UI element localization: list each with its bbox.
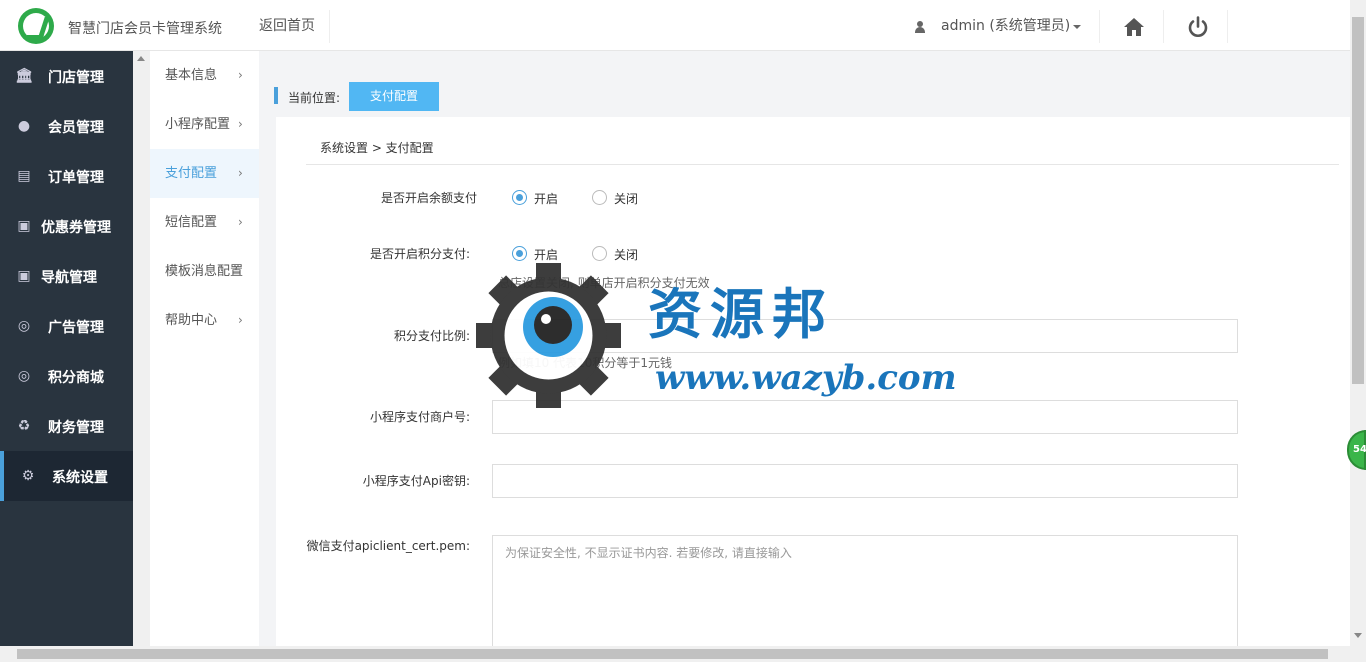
balance-pay-on-radio[interactable] (512, 190, 527, 205)
user-icon (915, 21, 925, 33)
submenu-item-label: 小程序配置 (165, 117, 231, 132)
submenu-item-template-msg[interactable]: 模板消息配置 (150, 247, 259, 296)
api-key-input[interactable] (492, 464, 1238, 498)
sidebar-item-label: 财务管理 (48, 420, 104, 436)
sidebar-item-coupons[interactable]: ▣ 优惠券管理 (0, 201, 133, 251)
submenu-item-help[interactable]: 帮助中心 › (150, 296, 259, 345)
breadcrumb-label: 当前位置: (288, 91, 341, 105)
panel-title: 系统设置 > 支付配置 (320, 141, 434, 155)
breadcrumb-marker (274, 87, 278, 104)
sidebar-item-members[interactable]: ● 会员管理 (0, 101, 133, 151)
settings-submenu: 基本信息 › 小程序配置 › 支付配置 › 短信配置 › 模板消息配置 帮助中心 › (150, 51, 259, 646)
submenu-item-label: 帮助中心 (165, 313, 218, 328)
points-pay-on-radio[interactable] (512, 246, 527, 261)
sidebar-item-label: 系统设置 (52, 470, 108, 486)
sidebar-item-label: 会员管理 (48, 120, 104, 136)
money-icon: ▣ (17, 218, 31, 234)
watermark-url: www.wazyb.com (655, 358, 957, 398)
balance-pay-off-label[interactable]: 关闭 (614, 190, 638, 207)
chevron-right-icon: › (238, 166, 243, 180)
bank-icon: 🏛 (15, 68, 33, 84)
scroll-down-icon[interactable] (1354, 633, 1362, 638)
chevron-down-icon (1073, 25, 1081, 29)
api-key-label: 小程序支付Api密钥: (362, 474, 470, 488)
balance-pay-off-radio[interactable] (592, 190, 607, 205)
sidebar-item-points-mall[interactable]: ◎ 积分商城 (0, 351, 133, 401)
document-icon: ▤ (17, 168, 31, 184)
submenu-item-miniprogram[interactable]: 小程序配置 › (150, 100, 259, 149)
app-title: 智慧门店会员卡管理系统 (68, 21, 222, 37)
sidebar-item-ads[interactable]: ◎ 广告管理 (0, 301, 133, 351)
sidebar-item-label: 广告管理 (48, 320, 104, 336)
chevron-right-icon: › (238, 215, 243, 229)
sidebar-item-navigation[interactable]: ▣ 导航管理 (0, 251, 133, 301)
cert-pem-textarea[interactable]: 为保证安全性, 不显示证书内容. 若要修改, 请直接输入 (492, 535, 1238, 655)
home-icon (1124, 18, 1144, 36)
points-pay-off-radio[interactable] (592, 246, 607, 261)
sidebar-item-label: 门店管理 (48, 70, 104, 86)
watermark-title: 资源邦 (648, 282, 834, 346)
horizontal-scrollbar[interactable] (0, 646, 1366, 662)
user-icon: ● (17, 118, 31, 134)
scrollbar-thumb[interactable] (17, 649, 1328, 659)
page-scrollbar[interactable] (1350, 0, 1366, 646)
sidebar-scrollbar[interactable] (133, 51, 150, 646)
submenu-item-payment[interactable]: 支付配置 › (150, 149, 259, 198)
submenu-item-label: 短信配置 (165, 215, 218, 230)
logout-button[interactable] (1166, 10, 1228, 43)
power-icon (1188, 16, 1208, 37)
app-logo (18, 8, 54, 44)
submenu-item-label: 模板消息配置 (165, 264, 244, 279)
submenu-item-basic-info[interactable]: 基本信息 › (150, 51, 259, 100)
sidebar-item-finance[interactable]: ♻ 财务管理 (0, 401, 133, 451)
sidebar-item-store[interactable]: 🏛 门店管理 (0, 51, 133, 101)
sidebar: 🏛 门店管理 ● 会员管理 ▤ 订单管理 ▣ 优惠券管理 ▣ 导航管理 ◎ 广告… (0, 51, 133, 662)
submenu-item-sms[interactable]: 短信配置 › (150, 198, 259, 247)
cert-pem-label: 微信支付apiclient_cert.pem: (306, 539, 470, 553)
back-home-link[interactable]: 返回首页 (245, 10, 330, 43)
lifebuoy-icon: ◎ (17, 368, 31, 384)
divider (306, 164, 1339, 165)
home-button[interactable] (1102, 10, 1164, 43)
chevron-right-icon: › (238, 313, 243, 327)
submenu-item-label: 支付配置 (165, 166, 218, 181)
chevron-right-icon: › (238, 68, 243, 82)
mch-id-label: 小程序支付商户号: (369, 410, 470, 424)
watermark-gear-icon (476, 263, 621, 408)
points-pay-off-label[interactable]: 关闭 (614, 246, 638, 263)
money-icon: ▣ (17, 268, 31, 284)
top-bar: 智慧门店会员卡管理系统 返回首页 admin (系统管理员) (0, 0, 1350, 51)
lifebuoy-icon: ◎ (17, 318, 31, 334)
sidebar-item-label: 优惠券管理 (41, 220, 111, 236)
gear-icon: ⚙ (21, 468, 35, 484)
balance-pay-label: 是否开启余额支付 (380, 191, 477, 205)
sidebar-item-settings[interactable]: ⚙ 系统设置 (0, 451, 133, 501)
points-ratio-label: 积分支付比例: (393, 329, 470, 343)
sidebar-item-orders[interactable]: ▤ 订单管理 (0, 151, 133, 201)
points-pay-on-label[interactable]: 开启 (534, 246, 558, 263)
submenu-item-label: 基本信息 (165, 68, 218, 83)
breadcrumb-current[interactable]: 支付配置 (349, 82, 439, 111)
user-menu[interactable]: admin (系统管理员) (900, 10, 1100, 43)
chevron-right-icon: › (238, 117, 243, 131)
user-name: admin (系统管理员) (941, 18, 1071, 34)
sidebar-item-label: 积分商城 (48, 370, 104, 386)
recycle-icon: ♻ (17, 418, 31, 434)
scrollbar-thumb[interactable] (1352, 17, 1364, 384)
balance-pay-on-label[interactable]: 开启 (534, 190, 558, 207)
sidebar-item-label: 订单管理 (48, 170, 104, 186)
sidebar-item-label: 导航管理 (41, 270, 97, 286)
points-pay-label: 是否开启积分支付: (369, 247, 470, 261)
scroll-up-icon[interactable] (137, 56, 145, 61)
